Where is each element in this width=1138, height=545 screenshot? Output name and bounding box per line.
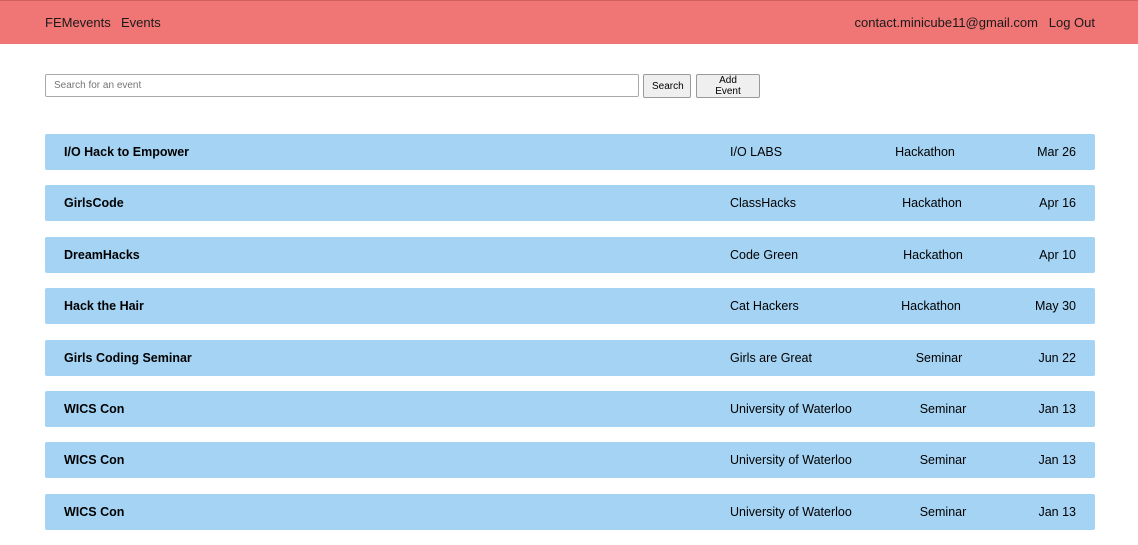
event-name: WICS Con: [64, 504, 125, 519]
event-organizer: Cat Hackers: [730, 299, 799, 314]
event-date: Jan 13: [1038, 504, 1076, 519]
event-date: Jan 13: [1038, 401, 1076, 416]
logout-link[interactable]: Log Out: [1049, 15, 1095, 30]
event-organizer: ClassHacks: [730, 196, 796, 211]
event-organizer: Code Green: [730, 247, 799, 262]
event-row[interactable]: GirlsCode ClassHacks Hackathon Apr 16: [45, 185, 1095, 222]
event-type: Seminar: [919, 453, 967, 468]
event-row[interactable]: DreamHacks Code Green Hackathon Apr 10: [45, 236, 1095, 273]
event-type: Hackathon: [901, 299, 961, 314]
event-row[interactable]: Hack the Hair Cat Hackers Hackathon May …: [45, 288, 1095, 325]
top-navbar: FEMevents Events contact.minicube11@gmai…: [0, 0, 1138, 44]
event-date: Mar 26: [1037, 145, 1076, 159]
event-date: Apr 10: [1039, 247, 1076, 262]
event-type: Hackathon: [903, 247, 963, 262]
user-email[interactable]: contact.minicube11@gmail.com: [855, 15, 1038, 30]
search-button[interactable]: Search: [643, 74, 691, 98]
event-organizer: University of Waterloo: [730, 453, 852, 468]
events-nav-link[interactable]: Events: [121, 15, 161, 30]
event-list: I/O Hack to Empower I/O LABS Hackathon M…: [45, 134, 1095, 545]
event-name: WICS Con: [64, 453, 125, 468]
event-type: Seminar: [919, 401, 967, 416]
event-row[interactable]: WICS Con University of Waterloo Seminar …: [45, 442, 1095, 479]
event-name: Girls Coding Seminar: [64, 350, 192, 365]
event-name: GirlsCode: [64, 196, 124, 211]
event-organizer: I/O LABS: [730, 145, 783, 159]
event-name: I/O Hack to Empower: [64, 145, 190, 159]
event-row[interactable]: I/O Hack to Empower I/O LABS Hackathon M…: [45, 134, 1095, 170]
event-type: Seminar: [919, 504, 967, 519]
add-event-button[interactable]: Add Event: [696, 74, 760, 98]
event-organizer: Girls are Great: [730, 350, 812, 365]
event-type: Hackathon: [895, 145, 955, 159]
event-row[interactable]: WICS Con University of Waterloo Seminar …: [45, 493, 1095, 530]
event-type: Seminar: [915, 350, 963, 365]
brand-link[interactable]: FEMevents: [45, 15, 111, 30]
event-row[interactable]: WICS Con University of Waterloo Seminar …: [45, 390, 1095, 427]
event-organizer: University of Waterloo: [730, 401, 852, 416]
event-row[interactable]: Girls Coding Seminar Girls are Great Sem…: [45, 339, 1095, 376]
event-date: May 30: [1035, 299, 1076, 314]
event-date: Apr 16: [1039, 196, 1076, 211]
event-date: Jun 22: [1038, 350, 1076, 365]
search-input[interactable]: [45, 74, 639, 97]
event-date: Jan 13: [1038, 453, 1076, 468]
event-name: WICS Con: [64, 401, 125, 416]
event-name: DreamHacks: [64, 247, 140, 262]
event-organizer: University of Waterloo: [730, 504, 852, 519]
event-type: Hackathon: [902, 196, 962, 211]
event-name: Hack the Hair: [64, 299, 144, 314]
